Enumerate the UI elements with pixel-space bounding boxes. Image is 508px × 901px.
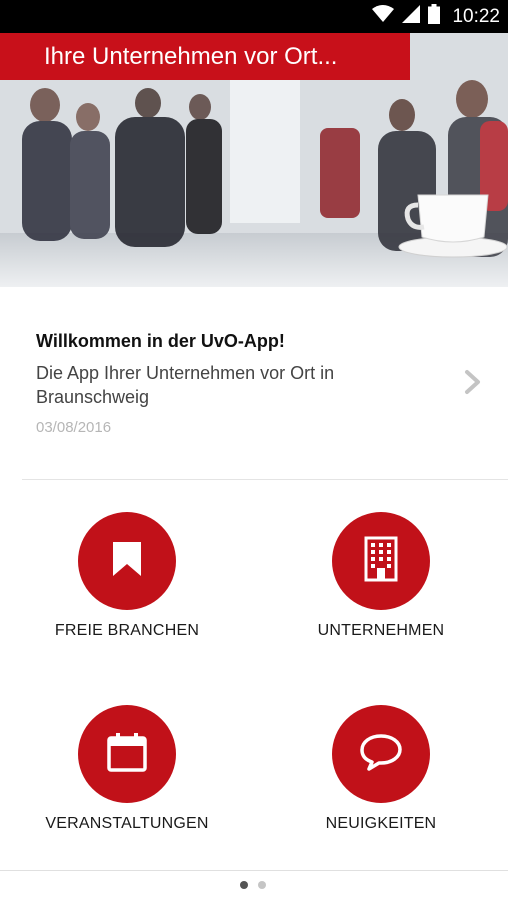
status-clock: 10:22 <box>452 5 500 27</box>
chevron-right-icon[interactable] <box>464 369 482 395</box>
cell-signal-icon <box>402 5 421 28</box>
page-dot[interactable] <box>258 881 266 889</box>
tile-icon-circle <box>78 705 176 803</box>
tile-unternehmen[interactable]: UNTERNEHMEN <box>254 480 508 673</box>
building-icon <box>364 536 398 587</box>
status-icons: 10:22 <box>372 0 500 33</box>
hero-image: Ihre Unternehmen vor Ort... <box>0 33 508 287</box>
tile-veranstaltungen[interactable]: VERANSTALTUNGEN <box>0 673 254 866</box>
news-text: Die App Ihrer Unternehmen vor Ort in Bra… <box>36 363 335 407</box>
tile-freie-branchen[interactable]: FREIE BRANCHEN <box>0 480 254 673</box>
news-title: Willkommen in der UvO-App! <box>36 331 285 351</box>
tile-label: VERANSTALTUNGEN <box>45 815 209 832</box>
speech-bubble-icon <box>358 732 404 777</box>
status-bar: 10:22 <box>0 0 508 33</box>
page-dot-active[interactable] <box>240 881 248 889</box>
page-indicator <box>240 881 266 889</box>
hero-banner: Ihre Unternehmen vor Ort... <box>0 33 410 80</box>
tile-label: NEUIGKEITEN <box>325 815 437 832</box>
tile-icon-circle <box>332 512 430 610</box>
calendar-icon <box>106 731 148 778</box>
tile-icon-circle <box>332 705 430 803</box>
wifi-icon <box>372 5 395 28</box>
news-date: 03/08/2016 <box>36 419 112 436</box>
tile-label: FREIE BRANCHEN <box>54 622 200 639</box>
battery-icon <box>428 4 441 29</box>
bookmark-icon <box>110 539 144 584</box>
tile-icon-circle <box>78 512 176 610</box>
tile-label: UNTERNEHMEN <box>317 622 445 639</box>
tile-neuigkeiten[interactable]: NEUIGKEITEN <box>254 673 508 866</box>
pager-bar <box>0 870 508 901</box>
news-item[interactable]: Willkommen in der UvO-App! Die App Ihrer… <box>0 287 508 479</box>
